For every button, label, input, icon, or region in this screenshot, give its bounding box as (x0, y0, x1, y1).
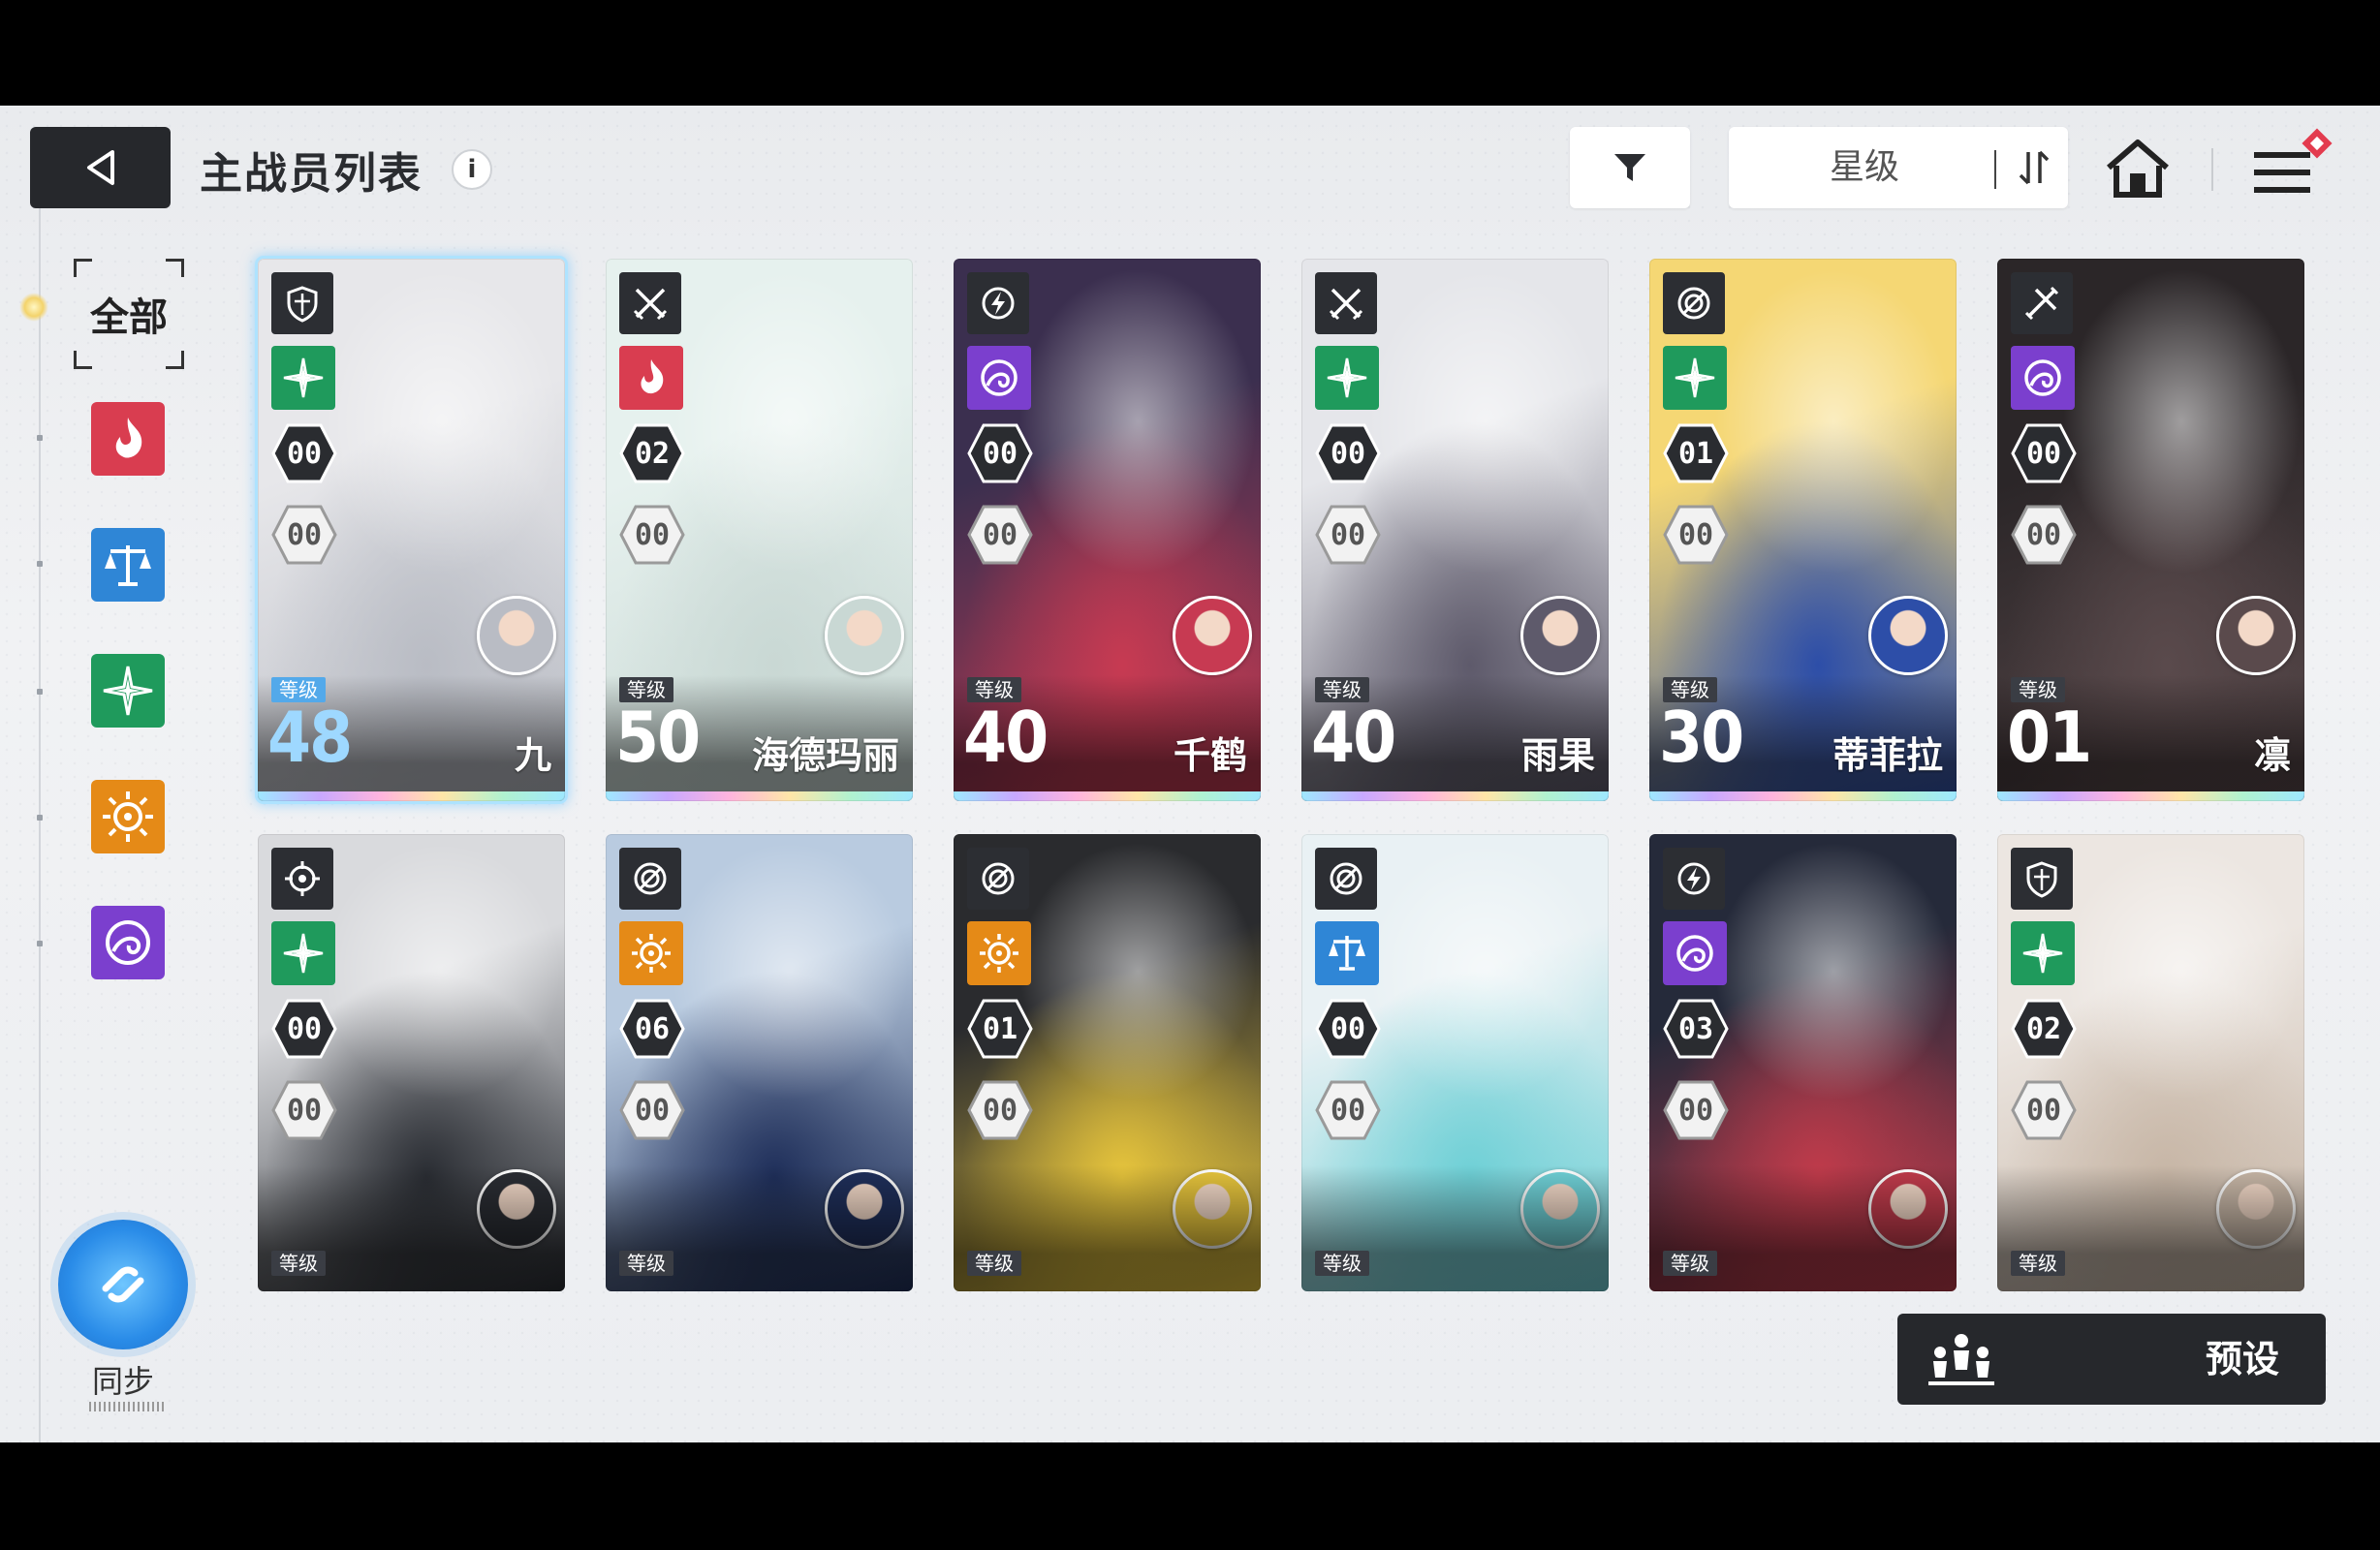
sync-barcode (89, 1402, 165, 1411)
back-arrow-icon (86, 150, 114, 185)
character-card[interactable]: 02 00 等级 (1997, 834, 2304, 1291)
card-frame (258, 834, 565, 1291)
category-fire[interactable] (91, 402, 165, 476)
team-icon (1928, 1334, 1994, 1385)
selected-indicator (19, 293, 48, 322)
sort-label: 星级 (1829, 147, 1899, 187)
card-frame (1301, 834, 1609, 1291)
header-divider (2211, 148, 2213, 191)
sort-order-icon (2019, 150, 2050, 185)
character-card[interactable]: 00 00 等级 40 千鹤 (954, 259, 1261, 801)
character-card[interactable]: 00 00 等级 (1301, 834, 1609, 1291)
character-card[interactable]: 01 00 等级 (954, 834, 1261, 1291)
preset-button[interactable]: 预设 (1897, 1314, 2326, 1405)
menu-button[interactable] (2246, 125, 2333, 212)
character-card[interactable]: 00 00 等级 48 九 (258, 259, 565, 801)
sort-divider (1994, 150, 1996, 189)
rail-tick (37, 689, 43, 695)
scales-icon (105, 545, 151, 586)
card-frame (1997, 834, 2304, 1291)
card-frame (1301, 259, 1609, 801)
sun-icon (103, 791, 153, 842)
info-icon[interactable]: i (452, 149, 492, 190)
funnel-icon (1614, 154, 1645, 181)
sort-dropdown[interactable]: 星级 (1729, 127, 2068, 208)
card-frame (606, 259, 913, 801)
back-button[interactable] (30, 127, 171, 208)
star-compass-icon (103, 666, 153, 716)
preset-label: 预设 (2205, 1338, 2279, 1380)
category-void[interactable] (91, 906, 165, 979)
sync-button[interactable] (58, 1220, 188, 1349)
home-icon (2107, 140, 2169, 198)
rail-divider (39, 183, 41, 1442)
character-card[interactable]: 00 00 等级 (258, 834, 565, 1291)
sync-label: 同步 (91, 1363, 154, 1400)
card-frame (1649, 259, 1957, 801)
category-sun[interactable] (91, 780, 165, 853)
character-card[interactable]: 06 00 等级 (606, 834, 913, 1291)
category-all[interactable]: 全部 (74, 259, 184, 369)
rail-tick (37, 815, 43, 821)
swirl-icon (106, 920, 150, 965)
menu-icon (2254, 128, 2333, 193)
card-frame (258, 259, 565, 801)
character-card[interactable]: 02 00 等级 50 海德玛丽 (606, 259, 913, 801)
page-title: 主战员列表 (200, 149, 423, 199)
category-all-label: 全部 (90, 295, 168, 340)
rail-tick (37, 435, 43, 441)
home-button[interactable] (2101, 135, 2175, 202)
game-screen: 主战员列表 i 星级 全部 同步 00 00 等级 48 九 02 00 等级 … (0, 106, 2380, 1442)
category-balance[interactable] (91, 528, 165, 602)
character-card[interactable]: 00 00 等级 01 凛 (1997, 259, 2304, 801)
rail-tick (37, 561, 43, 567)
card-frame (954, 834, 1261, 1291)
character-card[interactable]: 03 00 等级 (1649, 834, 1957, 1291)
sync-link-icon (102, 1266, 144, 1303)
card-frame (1649, 834, 1957, 1291)
card-frame (954, 259, 1261, 801)
filter-button[interactable] (1570, 127, 1690, 208)
card-frame (1997, 259, 2304, 801)
rail-tick (37, 941, 43, 946)
category-wind[interactable] (91, 654, 165, 728)
card-frame (606, 834, 913, 1291)
sort-order-toggle[interactable] (2000, 127, 2068, 208)
character-card[interactable]: 01 00 等级 30 蒂菲拉 (1649, 259, 1957, 801)
character-card[interactable]: 00 00 等级 40 雨果 (1301, 259, 1609, 801)
flame-icon (115, 418, 142, 458)
